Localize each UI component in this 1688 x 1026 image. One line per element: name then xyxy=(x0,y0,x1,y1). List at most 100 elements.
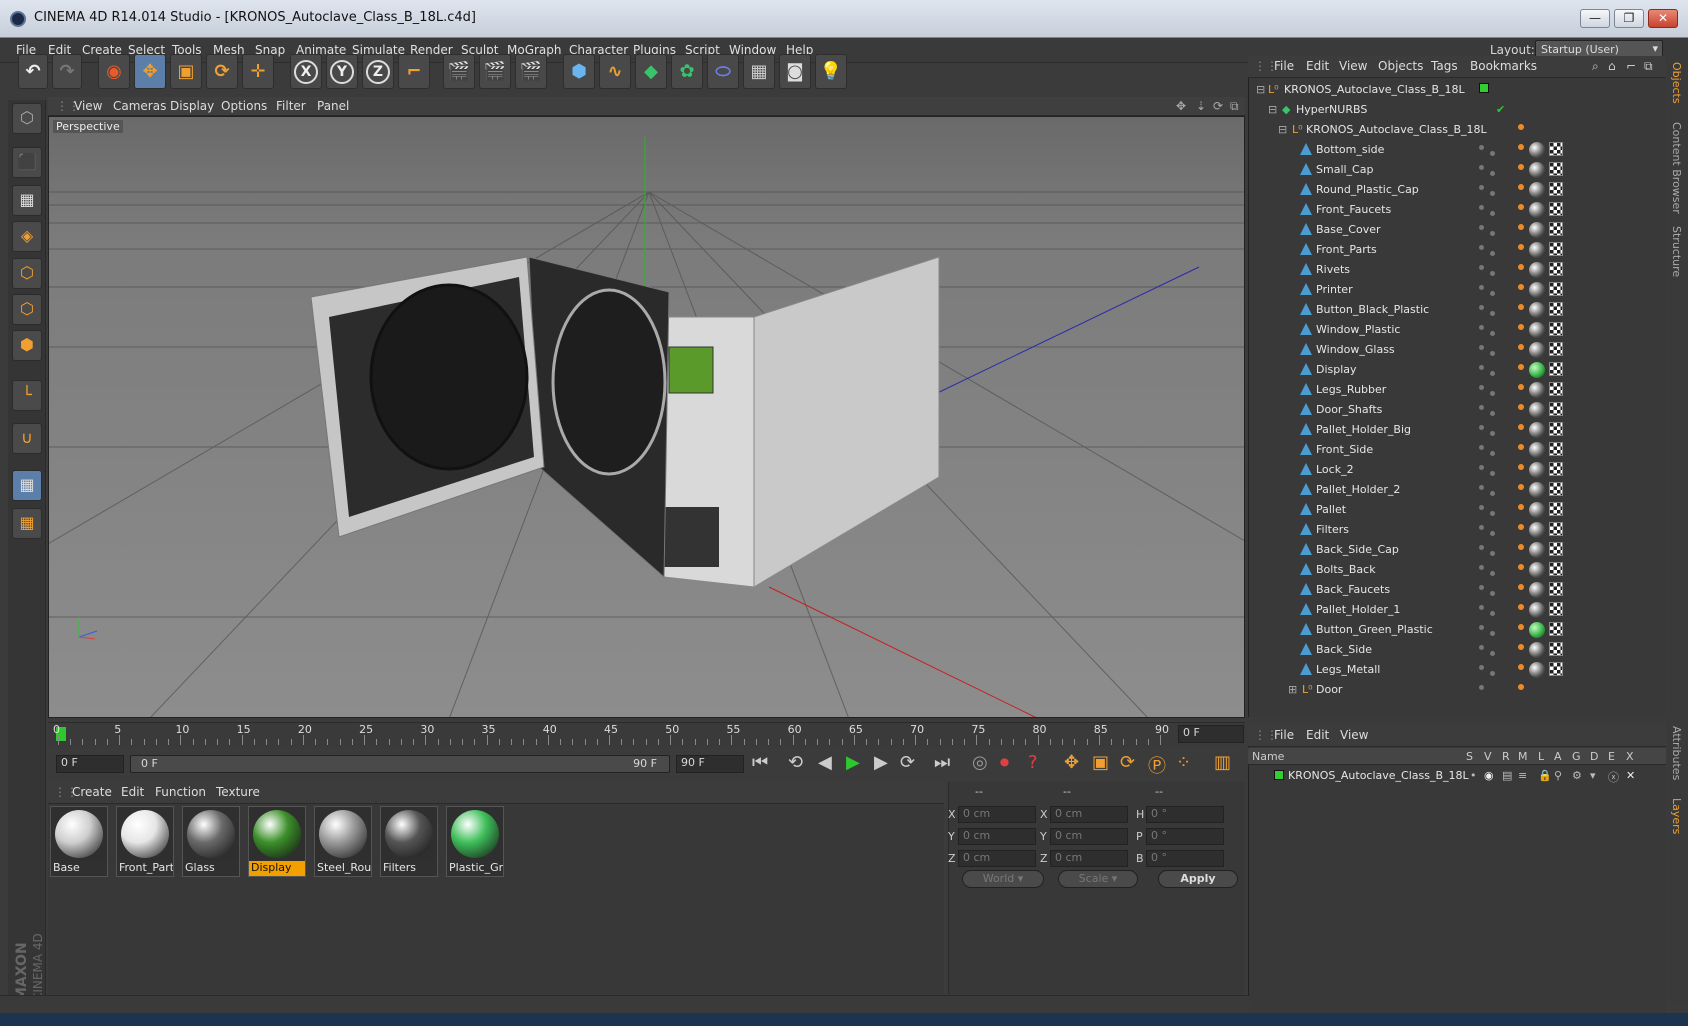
object-row[interactable]: Pallet_Holder_Big xyxy=(1248,420,1666,440)
layer-deformer-icon[interactable]: ▾ xyxy=(1590,769,1596,782)
coord-value-field[interactable]: 0 ° xyxy=(1146,806,1224,823)
sidetab-layers[interactable]: Layers xyxy=(1670,798,1683,834)
key-parameter-icon[interactable]: Ⓟ xyxy=(1148,752,1166,778)
coord-value-field[interactable]: 0 cm xyxy=(958,850,1036,867)
polygons-mode-icon[interactable]: ⬢ xyxy=(12,330,42,361)
sidetab-objects[interactable]: Objects xyxy=(1670,62,1683,104)
render-visibility-dot[interactable] xyxy=(1490,671,1495,676)
coord-value-field[interactable]: 0 cm xyxy=(1050,806,1128,823)
material-tag-icon[interactable] xyxy=(1529,622,1545,638)
object-row[interactable]: Printer xyxy=(1248,280,1666,300)
viewport-maximize-icon[interactable]: ⧉ xyxy=(1230,99,1239,114)
phong-tag-icon[interactable] xyxy=(1518,564,1524,570)
texture-tag-icon[interactable] xyxy=(1549,622,1563,636)
object-row[interactable]: Pallet_Holder_1 xyxy=(1248,600,1666,620)
collapse-icon[interactable]: ⊟ xyxy=(1278,123,1287,136)
texture-tag-icon[interactable] xyxy=(1549,422,1563,436)
make-editable-icon[interactable]: ⬡ xyxy=(12,103,42,134)
key-rotation-icon[interactable]: ⟳ xyxy=(1120,752,1135,773)
texture-tag-icon[interactable] xyxy=(1549,322,1563,336)
sidetab-content-browser[interactable]: Content Browser xyxy=(1670,122,1683,214)
phong-tag-icon[interactable] xyxy=(1518,364,1524,370)
object-menu-bookmarks[interactable]: Bookmarks xyxy=(1470,59,1537,73)
layer-menu-file[interactable]: File xyxy=(1274,728,1294,742)
axis-z-button[interactable]: Z xyxy=(362,54,394,89)
texture-tag-icon[interactable] xyxy=(1549,382,1563,396)
sidetab-structure[interactable]: Structure xyxy=(1670,226,1683,277)
phong-tag-icon[interactable] xyxy=(1518,424,1524,430)
editor-visibility-dot[interactable] xyxy=(1479,685,1484,690)
object-menu-file[interactable]: File xyxy=(1274,59,1294,73)
cloner-icon[interactable]: ✿ xyxy=(671,54,703,89)
phong-tag-icon[interactable] xyxy=(1518,224,1524,230)
render-visibility-dot[interactable] xyxy=(1490,191,1495,196)
editor-visibility-dot[interactable] xyxy=(1479,445,1484,450)
object-row[interactable]: Button_Green_Plastic xyxy=(1248,620,1666,640)
phong-tag-icon[interactable] xyxy=(1518,584,1524,590)
viewport-perspective[interactable]: Perspective xyxy=(48,116,1245,718)
live-select-icon[interactable]: ✛ xyxy=(242,54,274,89)
object-row[interactable]: Bolts_Back xyxy=(1248,560,1666,580)
expand-icon[interactable]: ⊞ xyxy=(1288,683,1297,696)
phong-tag-icon[interactable] xyxy=(1518,204,1524,210)
texture-tag-icon[interactable] xyxy=(1549,402,1563,416)
subdivision-surface-icon[interactable]: ◆ xyxy=(635,54,667,89)
end-frame-field[interactable]: 90 F xyxy=(676,755,744,773)
texture-tag-icon[interactable] xyxy=(1549,522,1563,536)
next-frame-icon[interactable]: ▶ xyxy=(874,752,888,773)
layer-menu-edit[interactable]: Edit xyxy=(1306,728,1329,742)
phong-tag-icon[interactable] xyxy=(1518,404,1524,410)
redo-icon[interactable]: ↷ xyxy=(52,54,82,89)
editor-visibility-dot[interactable] xyxy=(1479,225,1484,230)
phong-tag-icon[interactable] xyxy=(1518,604,1524,610)
material-swatch[interactable]: Base xyxy=(50,806,108,877)
coord-value-field[interactable]: 0 cm xyxy=(958,828,1036,845)
render-visibility-dot[interactable] xyxy=(1490,171,1495,176)
object-row[interactable]: Pallet_Holder_2 xyxy=(1248,480,1666,500)
render-visibility-dot[interactable] xyxy=(1490,591,1495,596)
coordinate-system-icon[interactable]: ⌐ xyxy=(398,54,430,89)
render-visibility-dot[interactable] xyxy=(1490,351,1495,356)
material-menu-texture[interactable]: Texture xyxy=(216,785,260,799)
render-visibility-dot[interactable] xyxy=(1490,311,1495,316)
editor-visibility-dot[interactable] xyxy=(1479,425,1484,430)
texture-tag-icon[interactable] xyxy=(1549,662,1563,676)
texture-tag-icon[interactable] xyxy=(1549,502,1563,516)
key-pla-icon[interactable]: ⁘ xyxy=(1176,752,1191,773)
render-visibility-dot[interactable] xyxy=(1490,571,1495,576)
editor-visibility-dot[interactable] xyxy=(1479,405,1484,410)
render-visibility-dot[interactable] xyxy=(1490,651,1495,656)
current-frame-field[interactable]: 0 F xyxy=(1178,725,1244,743)
prev-frame-icon[interactable]: ◀ xyxy=(818,752,832,773)
editor-visibility-dot[interactable] xyxy=(1479,145,1484,150)
axis-y-button[interactable]: Y xyxy=(326,54,358,89)
object-row[interactable]: Front_Faucets xyxy=(1248,200,1666,220)
editor-visibility-dot[interactable] xyxy=(1479,185,1484,190)
render-picture-viewer-icon[interactable]: 🎬 xyxy=(479,54,511,89)
render-visibility-dot[interactable] xyxy=(1490,151,1495,156)
material-tag-icon[interactable] xyxy=(1529,502,1545,518)
editor-visibility-dot[interactable] xyxy=(1479,665,1484,670)
phong-tag-icon[interactable] xyxy=(1518,444,1524,450)
texture-tag-icon[interactable] xyxy=(1549,342,1563,356)
coord-value-field[interactable]: 0 cm xyxy=(958,806,1036,823)
goto-end-icon[interactable]: ⏭ xyxy=(934,752,950,773)
render-view-icon[interactable]: 🎬 xyxy=(443,54,475,89)
material-tag-icon[interactable] xyxy=(1529,442,1545,458)
viewport-zoom-icon[interactable]: ⇣ xyxy=(1196,99,1206,113)
object-row[interactable]: Bottom_side xyxy=(1248,140,1666,160)
enabled-check-icon[interactable]: ✔ xyxy=(1496,103,1505,116)
minimize-button[interactable]: — xyxy=(1580,9,1610,28)
material-swatch[interactable]: Glass xyxy=(182,806,240,877)
goto-next-key-icon[interactable]: ⟳ xyxy=(900,752,915,773)
world-dropdown[interactable]: World ▾ xyxy=(962,870,1044,888)
goto-prev-key-icon[interactable]: ⟲ xyxy=(788,752,803,773)
material-tag-icon[interactable] xyxy=(1529,342,1545,358)
viewport-menu-options[interactable]: Options xyxy=(221,99,267,113)
texture-tag-icon[interactable] xyxy=(1549,222,1563,236)
material-menu-edit[interactable]: Edit xyxy=(121,785,144,799)
object-row[interactable]: Front_Side xyxy=(1248,440,1666,460)
select-tool-icon[interactable]: ◉ xyxy=(98,54,130,89)
object-row[interactable]: Pallet xyxy=(1248,500,1666,520)
material-tag-icon[interactable] xyxy=(1529,642,1545,658)
